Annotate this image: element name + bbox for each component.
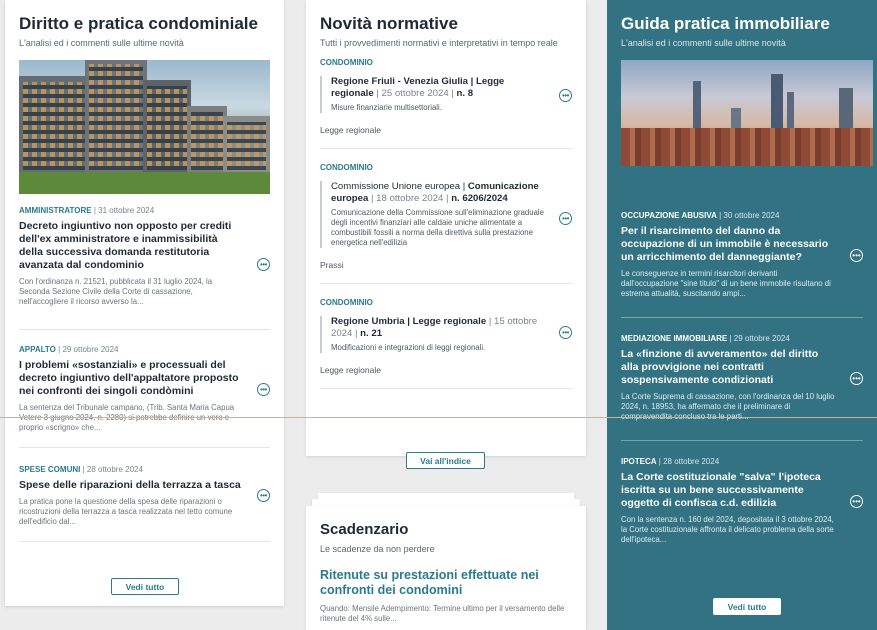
article-date: 31 ottobre 2024: [98, 206, 155, 215]
column-title: Guida pratica immobiliare: [621, 14, 830, 33]
article-title[interactable]: La Corte costituzionale "salva" l'ipotec…: [621, 471, 835, 510]
article-date: 28 ottobre 2024: [86, 465, 143, 474]
divider: [19, 447, 270, 448]
article-date: 28 ottobre 2024: [663, 457, 720, 466]
article-desc: Le conseguenze in termini risarcitori de…: [621, 269, 831, 298]
article-title[interactable]: Decreto ingiuntivo non opposto per credi…: [19, 220, 244, 272]
article-date: 30 ottobre 2024: [723, 211, 780, 220]
article-desc: Con la sentenza n. 160 del 2024, deposit…: [621, 515, 834, 544]
article-category[interactable]: IPOTECA: [621, 457, 657, 466]
norm-title[interactable]: Regione Friuli - Venezia Giulia | Legge …: [331, 76, 546, 100]
more-icon[interactable]: •••: [559, 89, 572, 102]
column-title: Diritto e pratica condominiale: [19, 14, 258, 33]
article-title[interactable]: Spese delle riparazioni della terrazza a…: [19, 479, 244, 492]
divider: [320, 148, 572, 149]
article-card[interactable]: AMMINISTRATORE | 31 ottobre 2024 Decreto…: [19, 206, 270, 307]
divider: [320, 283, 572, 284]
card-title: Scadenzario: [320, 521, 409, 538]
article-meta: AMMINISTRATORE | 31 ottobre 2024: [19, 206, 155, 215]
more-icon[interactable]: •••: [257, 383, 270, 396]
article-category[interactable]: AMMINISTRATORE: [19, 206, 92, 215]
hero-image-apartments: [19, 60, 270, 194]
norm-title[interactable]: Regione Umbria | Legge regionale | 15 ot…: [331, 316, 546, 340]
norm-desc: Misure finanziarie multisettoriali.: [331, 103, 442, 112]
norm-type: Legge regionale: [320, 365, 381, 375]
more-icon[interactable]: •••: [257, 258, 270, 271]
norm-item[interactable]: Regione Friuli - Venezia Giulia | Legge …: [320, 76, 572, 113]
more-icon[interactable]: •••: [257, 489, 270, 502]
deadline-desc: Quando: Mensile Adempimento: Termine ult…: [320, 604, 565, 623]
deadline-title[interactable]: Ritenute su prestazioni effettuate nei c…: [320, 568, 572, 598]
column-subtitle: L'analisi ed i commenti sulle ultime nov…: [19, 38, 184, 48]
article-category[interactable]: OCCUPAZIONE ABUSIVA: [621, 211, 717, 220]
guide-line: [0, 417, 877, 418]
more-icon[interactable]: •••: [559, 212, 572, 225]
article-card[interactable]: APPALTO | 29 ottobre 2024 I problemi «so…: [19, 345, 270, 433]
norm-desc: Comunicazione della Commissione sull'eli…: [331, 208, 544, 247]
article-card[interactable]: IPOTECA | 28 ottobre 2024 La Corte costi…: [621, 457, 863, 545]
more-icon[interactable]: •••: [850, 249, 863, 262]
column-guida-immobiliare: Guida pratica immobiliare L'analisi ed i…: [607, 0, 877, 630]
view-all-button[interactable]: Vedi tutto: [713, 598, 781, 615]
article-title[interactable]: La «finzione di avveramento» del diritto…: [621, 348, 835, 387]
norm-desc: Modificazioni e integrazioni di leggi re…: [331, 343, 486, 352]
column-novita-normative: Novità normative Tutti i provvedimenti n…: [306, 0, 586, 469]
article-card[interactable]: OCCUPAZIONE ABUSIVA | 30 ottobre 2024 Pe…: [621, 211, 863, 299]
column-title: Novità normative: [320, 14, 458, 33]
article-card[interactable]: MEDIAZIONE IMMOBILIARE | 29 ottobre 2024…: [621, 334, 863, 422]
norm-type: Legge regionale: [320, 125, 381, 135]
article-card[interactable]: SPESE COMUNI | 28 ottobre 2024 Spese del…: [19, 465, 270, 527]
card-subtitle: Le scadenze da non perdere: [320, 544, 435, 554]
article-date: 29 ottobre 2024: [62, 345, 119, 354]
article-category[interactable]: MEDIAZIONE IMMOBILIARE: [621, 334, 727, 343]
norm-item[interactable]: Commissione Unione europea | Comunicazio…: [320, 181, 572, 248]
article-desc: Con l'ordinanza n. 21521, pubblicata il …: [19, 277, 213, 306]
divider: [621, 440, 863, 441]
column-condominiale: Diritto e pratica condominiale L'analisi…: [5, 0, 284, 606]
divider: [320, 388, 572, 389]
view-all-button[interactable]: Vedi tutto: [111, 578, 179, 595]
article-desc: La pratica pone la questione della spesa…: [19, 497, 233, 526]
norm-title[interactable]: Commissione Unione europea | Comunicazio…: [331, 181, 546, 205]
divider: [19, 541, 270, 542]
hero-image-skyline: [621, 60, 873, 166]
article-title[interactable]: Per il risarcimento del danno da occupaz…: [621, 225, 835, 264]
go-to-index-button[interactable]: Vai all'indice: [406, 452, 485, 469]
norm-item[interactable]: Regione Umbria | Legge regionale | 15 ot…: [320, 316, 572, 353]
article-category[interactable]: SPESE COMUNI: [19, 465, 80, 474]
article-desc: La sentenza del Tribunale campano, (Trib…: [19, 403, 235, 432]
column-subtitle: Tutti i provvedimenti normativi e interp…: [320, 38, 558, 48]
item-category[interactable]: CONDOMINIO: [320, 163, 572, 172]
item-category[interactable]: CONDOMINIO: [320, 298, 572, 307]
column-subtitle: L'analisi ed i commenti sulle ultime nov…: [621, 38, 786, 48]
more-icon[interactable]: •••: [850, 495, 863, 508]
more-icon[interactable]: •••: [559, 326, 572, 339]
article-category[interactable]: APPALTO: [19, 345, 56, 354]
divider: [621, 317, 863, 318]
divider: [19, 329, 270, 330]
more-icon[interactable]: •••: [850, 372, 863, 385]
item-category[interactable]: CONDOMINIO: [320, 58, 572, 67]
norm-type: Prassi: [320, 260, 344, 270]
article-date: 29 ottobre 2024: [733, 334, 790, 343]
article-title[interactable]: I problemi «sostanziali» e processuali d…: [19, 359, 244, 398]
scadenzario-card: Scadenzario Le scadenze da non perdere R…: [306, 506, 586, 630]
